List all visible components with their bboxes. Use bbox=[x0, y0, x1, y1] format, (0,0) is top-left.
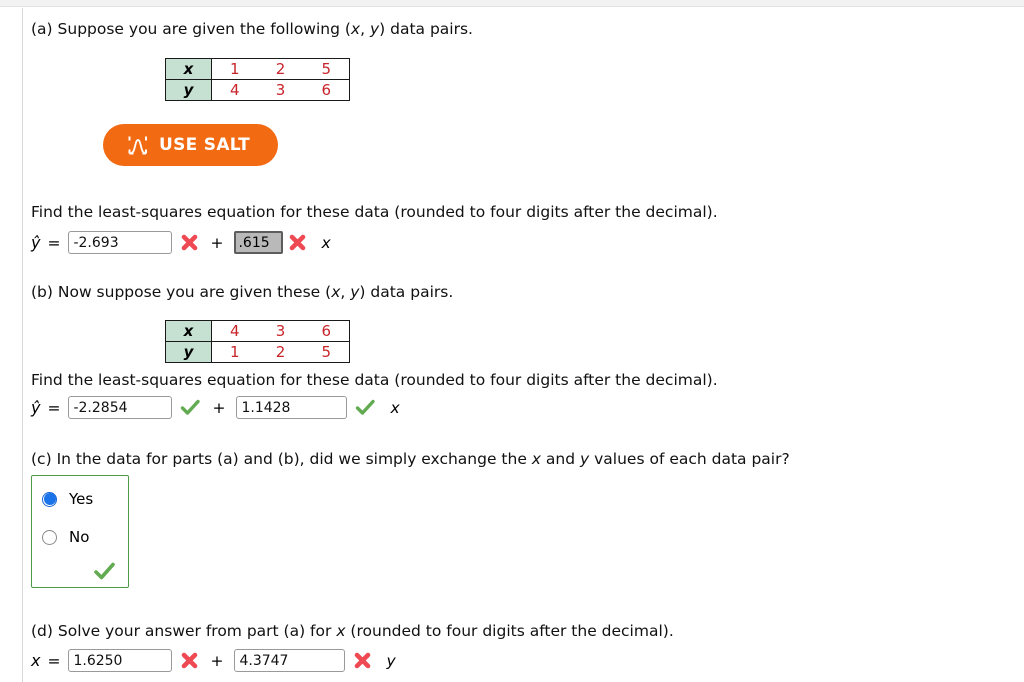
part-b-intercept-input[interactable] bbox=[68, 396, 173, 419]
part-d-equals: = bbox=[47, 651, 61, 670]
part-b-y-value-1: 2 bbox=[257, 341, 304, 363]
part-d-answer-row: x = + y bbox=[31, 649, 396, 672]
part-b-plus: + bbox=[212, 398, 226, 417]
part-a-x-value-2: 5 bbox=[303, 58, 350, 80]
part-a-prompt-text-2: ) data pairs. bbox=[379, 20, 473, 38]
question-page: (a) Suppose you are given the following … bbox=[23, 8, 1024, 682]
part-b-x-value-0: 4 bbox=[211, 320, 258, 342]
part-b-prompt: (b) Now suppose you are given these (x, … bbox=[31, 283, 453, 302]
part-a-prompt-text-1: Suppose you are given the following ( bbox=[57, 20, 351, 38]
part-d-plus: + bbox=[210, 651, 224, 670]
part-b-tail-variable: x bbox=[390, 398, 400, 417]
part-b-var-x: x bbox=[331, 283, 341, 301]
part-c-var-y: y bbox=[580, 450, 590, 468]
part-d-intercept-x-mark-icon bbox=[180, 651, 199, 670]
part-a-y-value-1: 3 bbox=[257, 79, 304, 101]
part-c-prompt-text-1: In the data for parts (a) and (b), did w… bbox=[56, 450, 532, 468]
use-salt-button[interactable]: USE SALT bbox=[103, 124, 278, 166]
part-b-x-value-2: 6 bbox=[303, 320, 350, 342]
part-d-intercept-input[interactable] bbox=[68, 649, 173, 672]
radio-yes-icon[interactable] bbox=[42, 491, 57, 507]
part-b-x-value-1: 3 bbox=[257, 320, 304, 342]
part-a-y-value-0: 4 bbox=[211, 79, 258, 101]
part-b-find-text: Find the least-squares equation for thes… bbox=[31, 371, 718, 389]
part-b-y-value-0: 1 bbox=[211, 341, 258, 363]
part-b-label: (b) bbox=[31, 283, 53, 301]
part-c-choice-box: Yes No bbox=[31, 475, 129, 588]
part-b-intercept-check-mark-icon bbox=[180, 398, 201, 417]
table-row: y 1 2 5 bbox=[165, 341, 350, 363]
part-a-data-table: x 1 2 5 y 4 3 6 bbox=[165, 58, 350, 101]
use-salt-label: USE SALT bbox=[159, 135, 250, 155]
part-a-label: (a) bbox=[31, 20, 53, 38]
part-b-y-value-2: 5 bbox=[303, 341, 350, 363]
part-d-label: (d) bbox=[31, 622, 53, 640]
part-a-prompt: (a) Suppose you are given the following … bbox=[31, 20, 473, 39]
part-d-slope-x-mark-icon bbox=[353, 651, 372, 670]
salt-button-wrap: USE SALT bbox=[103, 124, 278, 166]
part-b-equals: = bbox=[47, 398, 61, 417]
table-row: x 1 2 5 bbox=[165, 58, 350, 80]
table-row: x 4 3 6 bbox=[165, 320, 350, 342]
part-b-data-table: x 4 3 6 y 1 2 5 bbox=[165, 320, 350, 363]
part-c-check-mark-icon bbox=[42, 561, 118, 583]
part-c-prompt-text-mid: and bbox=[540, 450, 580, 468]
part-a-slope-input[interactable] bbox=[234, 231, 284, 254]
part-c-prompt: (c) In the data for parts (a) and (b), d… bbox=[31, 450, 790, 469]
part-a-x-value-1: 2 bbox=[257, 58, 304, 80]
part-b-lhs: ŷ bbox=[31, 398, 41, 417]
part-b-prompt-text-1: Now suppose you are given these ( bbox=[57, 283, 332, 301]
part-d-prompt: (d) Solve your answer from part (a) for … bbox=[31, 622, 674, 641]
part-d-tail-variable: y bbox=[386, 651, 396, 670]
radio-no-icon[interactable] bbox=[42, 529, 57, 545]
part-b-row-y-label: y bbox=[165, 341, 212, 363]
part-a-intercept-x-mark-icon bbox=[180, 233, 199, 252]
part-b-row-x-label: x bbox=[165, 320, 212, 342]
part-c-var-x: x bbox=[531, 450, 541, 468]
table-row: y 4 3 6 bbox=[165, 79, 350, 101]
part-c-option-yes[interactable]: Yes bbox=[42, 485, 118, 513]
part-c-prompt-text-2: values of each data pair? bbox=[589, 450, 790, 468]
part-a-data-table-wrap: x 1 2 5 y 4 3 6 bbox=[165, 58, 350, 101]
part-a-row-y-label: y bbox=[165, 79, 212, 101]
part-b-slope-input[interactable] bbox=[236, 396, 348, 419]
part-a-var-x: x bbox=[350, 20, 361, 38]
part-a-equals: = bbox=[47, 233, 61, 252]
part-c-option-no[interactable]: No bbox=[42, 523, 118, 551]
part-d-var-x: x bbox=[336, 622, 346, 640]
part-d-lhs: x bbox=[31, 651, 41, 670]
part-b-data-table-wrap: x 4 3 6 y 1 2 5 bbox=[165, 320, 350, 363]
part-b-slope-check-mark-icon bbox=[355, 398, 376, 417]
part-a-y-value-2: 6 bbox=[303, 79, 350, 101]
part-a-slope-x-mark-icon bbox=[288, 233, 307, 252]
top-gray-strip bbox=[0, 0, 1024, 7]
part-a-intercept-input[interactable] bbox=[68, 231, 173, 254]
part-c-option-yes-label: Yes bbox=[69, 490, 94, 508]
part-b-comma: , bbox=[340, 283, 351, 301]
part-a-row-x-label: x bbox=[165, 58, 212, 80]
part-a-x-value-0: 1 bbox=[211, 58, 258, 80]
part-c-label: (c) bbox=[31, 450, 52, 468]
salt-chart-icon bbox=[127, 135, 149, 155]
part-a-find-text: Find the least-squares equation for thes… bbox=[31, 203, 718, 221]
part-d-prompt-text-1: Solve your answer from part (a) for bbox=[57, 622, 337, 640]
part-d-slope-input[interactable] bbox=[234, 649, 346, 672]
part-b-answer-row: ŷ = + x bbox=[31, 396, 400, 419]
part-d-prompt-text-2: (rounded to four digits after the decima… bbox=[345, 622, 674, 640]
part-a-var-y: y bbox=[369, 20, 380, 38]
part-a-answer-row: ŷ = + x bbox=[31, 231, 331, 254]
part-c-option-no-label: No bbox=[69, 528, 90, 546]
part-a-plus: + bbox=[210, 233, 224, 252]
part-a-tail-variable: x bbox=[321, 233, 331, 252]
part-a-comma: , bbox=[360, 20, 370, 38]
part-b-prompt-text-2: ) data pairs. bbox=[359, 283, 454, 301]
part-a-lhs: ŷ bbox=[31, 233, 41, 252]
